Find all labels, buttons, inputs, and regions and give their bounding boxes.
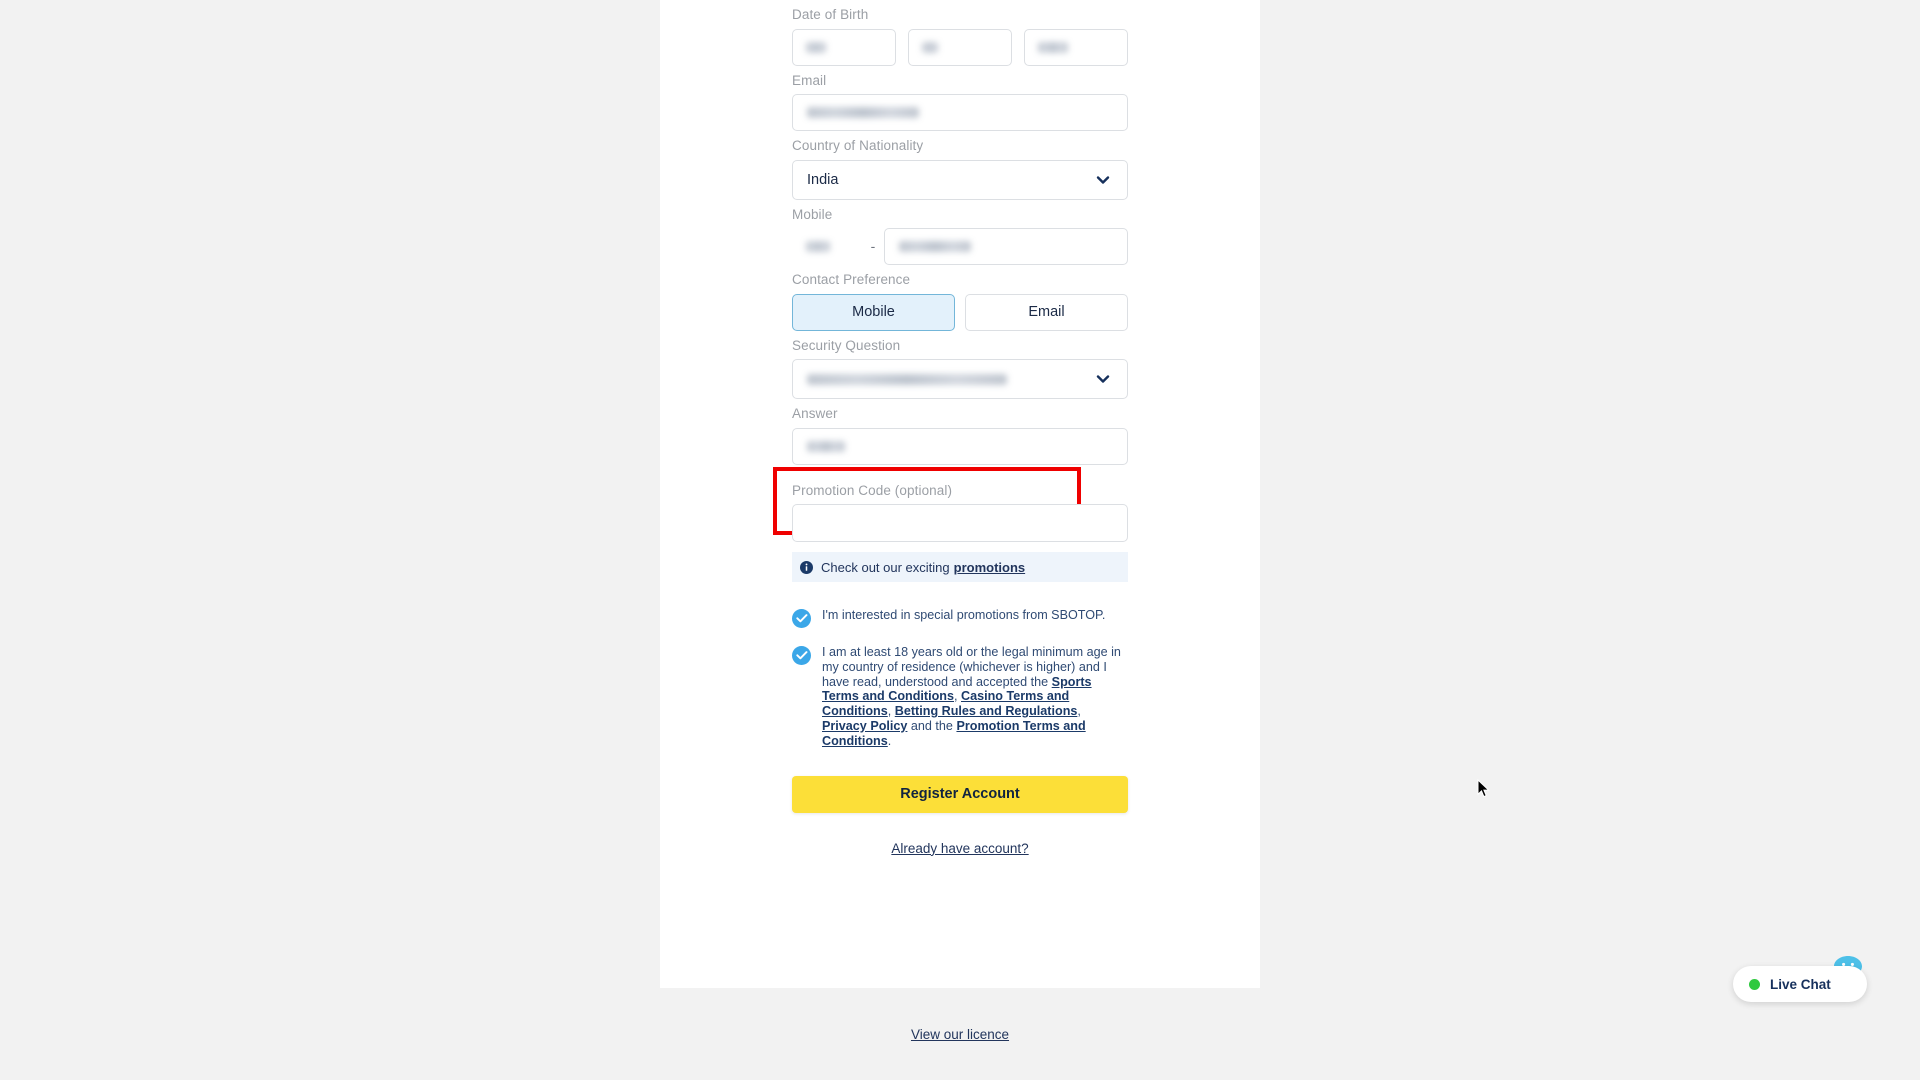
answer-label: Answer xyxy=(792,406,838,421)
checkbox-terms[interactable] xyxy=(792,646,811,665)
security-question-value xyxy=(807,373,1007,385)
live-chat-button[interactable]: Live Chat xyxy=(1733,966,1867,1002)
security-question-select[interactable] xyxy=(792,359,1128,399)
email-label: Email xyxy=(792,72,827,88)
field-country-of-nationality: Country of Nationality India xyxy=(792,131,1128,200)
field-email: Email xyxy=(792,66,1128,131)
mobile-number-value xyxy=(899,241,971,252)
mobile-country-code-value xyxy=(806,241,830,252)
field-contact-preference: Contact Preference Mobile Email xyxy=(792,265,1128,331)
field-promotion-code: Promotion Code (optional) xyxy=(773,466,1128,542)
answer-value xyxy=(807,440,845,452)
info-banner-text: Check out our exciting xyxy=(821,559,950,575)
terms-sep-1: , xyxy=(954,689,962,704)
field-mobile: Mobile - xyxy=(792,200,1128,265)
contact-preference-option-mobile[interactable]: Mobile xyxy=(792,293,955,331)
mobile-label: Mobile xyxy=(792,206,833,222)
email-value xyxy=(807,107,919,118)
consent-terms-text: I am at least 18 years old or the legal … xyxy=(822,645,1128,749)
betting-rules-link[interactable]: Betting Rules and Regulations xyxy=(895,704,1078,718)
promotion-code-input[interactable] xyxy=(792,504,1128,542)
mobile-country-code[interactable] xyxy=(792,228,862,265)
dob-day-value xyxy=(806,41,826,53)
date-of-birth-row xyxy=(792,28,1128,66)
dob-day-input[interactable] xyxy=(792,28,896,66)
promotion-code-label: Promotion Code (optional) xyxy=(792,482,953,498)
field-date-of-birth: Date of Birth xyxy=(792,0,1128,66)
field-answer: Answer xyxy=(792,399,1128,465)
dob-year-value xyxy=(1038,41,1068,53)
registration-card: Date of Birth Email Country of Nationali… xyxy=(660,0,1260,988)
footer: View our licence xyxy=(0,1027,1920,1042)
consent-checkboxes: I'm interested in special promotions fro… xyxy=(792,608,1128,749)
registration-page: Date of Birth Email Country of Nationali… xyxy=(0,0,1920,1080)
consent-row-terms: I am at least 18 years old or the legal … xyxy=(792,645,1128,749)
dob-month-input[interactable] xyxy=(908,28,1012,66)
checkbox-promotions[interactable] xyxy=(792,609,811,628)
terms-sep-5: . xyxy=(887,733,892,748)
email-input[interactable] xyxy=(792,94,1128,131)
country-label: Country of Nationality xyxy=(792,138,924,153)
answer-input[interactable] xyxy=(792,427,1128,465)
already-have-account-link[interactable]: Already have account? xyxy=(891,841,1028,856)
terms-sep-4: and the xyxy=(907,718,957,733)
mobile-separator: - xyxy=(870,238,876,254)
info-icon xyxy=(800,560,813,574)
contact-preference-toggle: Mobile Email xyxy=(792,293,1128,331)
consent-promotions-text: I'm interested in special promotions fro… xyxy=(822,608,1106,622)
mobile-row: - xyxy=(792,228,1128,265)
promotions-link[interactable]: promotions xyxy=(954,560,1026,575)
country-select[interactable]: India xyxy=(792,159,1128,200)
contact-preference-option-email[interactable]: Email xyxy=(965,293,1128,331)
registration-form: Date of Birth Email Country of Nationali… xyxy=(773,0,1128,856)
view-licence-link[interactable]: View our licence xyxy=(911,1027,1009,1042)
terms-sep-3: , xyxy=(1077,704,1081,719)
promotions-info-banner: Check out our exciting promotions xyxy=(792,552,1128,582)
security-question-label: Security Question xyxy=(792,337,901,353)
online-status-dot xyxy=(1749,978,1760,990)
country-value: India xyxy=(807,171,839,188)
live-chat-label: Live Chat xyxy=(1770,976,1831,992)
dob-year-input[interactable] xyxy=(1024,28,1128,66)
field-security-question: Security Question xyxy=(792,331,1128,399)
date-of-birth-label: Date of Birth xyxy=(792,7,869,22)
register-account-button[interactable]: Register Account xyxy=(792,775,1128,813)
terms-sep-2: , xyxy=(887,704,895,719)
mobile-number-input[interactable] xyxy=(884,228,1128,265)
consent-row-promotions: I'm interested in special promotions fro… xyxy=(792,608,1128,628)
mouse-cursor xyxy=(1477,778,1490,798)
contact-preference-label: Contact Preference xyxy=(792,272,911,287)
chevron-down-icon xyxy=(1095,172,1111,188)
already-have-account: Already have account? xyxy=(792,841,1128,856)
chevron-down-icon xyxy=(1095,371,1111,387)
dob-month-value xyxy=(922,41,938,53)
privacy-policy-link[interactable]: Privacy Policy xyxy=(822,719,907,733)
